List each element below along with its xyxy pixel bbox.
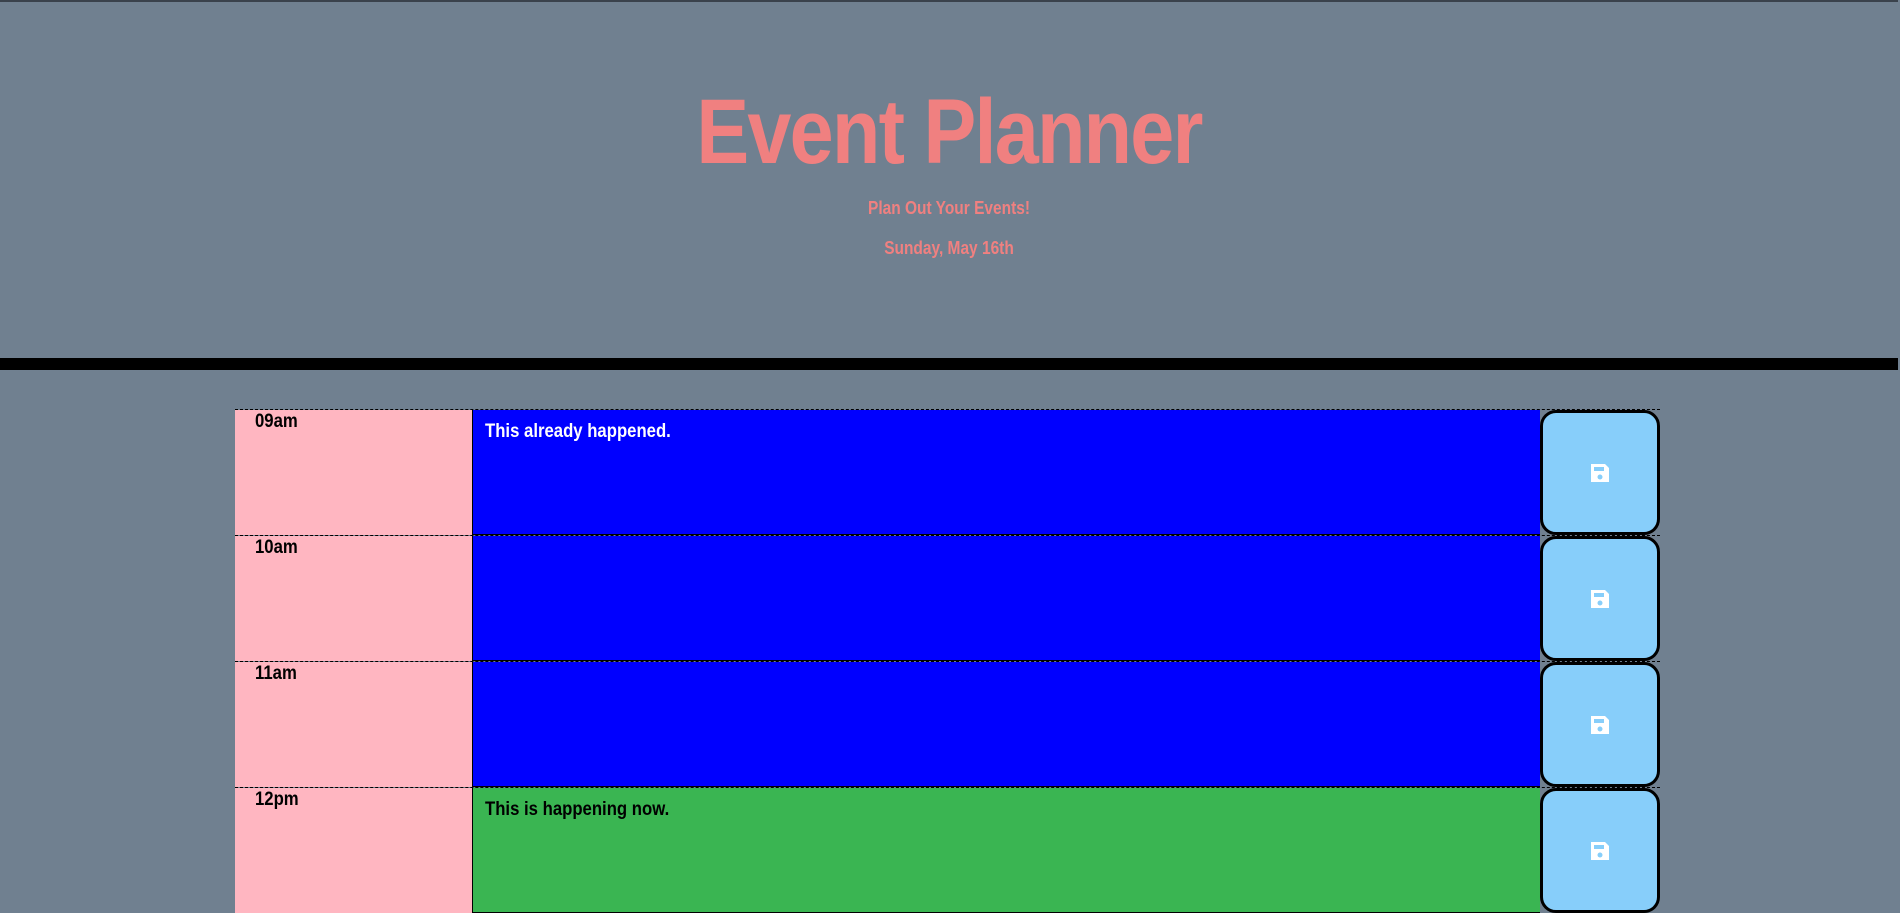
save-button[interactable] <box>1540 662 1660 787</box>
hour-label: 12pm <box>255 789 299 810</box>
hour-label: 11am <box>255 663 297 684</box>
event-description-textarea[interactable] <box>473 536 1540 661</box>
save-button[interactable] <box>1540 410 1660 535</box>
save-icon <box>1591 715 1609 734</box>
event-description-text: This is happening now. <box>485 799 670 820</box>
event-description-textarea[interactable]: This already happened. <box>473 410 1540 535</box>
time-block-row: 09am This already happened. <box>235 409 1660 535</box>
hour-label: 09am <box>255 411 298 432</box>
hour-label-cell: 09am <box>235 410 473 535</box>
hour-label-cell: 10am <box>235 536 473 661</box>
save-icon <box>1591 463 1609 482</box>
time-block-row: 11am <box>235 661 1660 787</box>
hour-label-cell: 11am <box>235 662 473 787</box>
time-block-row: 10am <box>235 535 1660 661</box>
current-date: Sunday, May 16th <box>884 238 1014 258</box>
schedule-container: 09am This already happened. 10am 11am 12… <box>235 409 1660 913</box>
save-button[interactable] <box>1540 536 1660 661</box>
page-header: Event Planner Plan Out Your Events! Sund… <box>0 0 1898 370</box>
event-description-textarea[interactable]: This is happening now. <box>473 788 1540 913</box>
time-block-row: 12pm This is happening now. <box>235 787 1660 913</box>
hour-label-cell: 12pm <box>235 788 473 913</box>
save-button[interactable] <box>1540 788 1660 913</box>
hour-label: 10am <box>255 537 298 558</box>
save-icon <box>1591 841 1609 860</box>
save-icon <box>1591 589 1609 608</box>
event-description-text: This already happened. <box>485 421 671 442</box>
page-title: Event Planner <box>696 81 1203 183</box>
page-subtitle: Plan Out Your Events! <box>867 198 1031 218</box>
event-description-textarea[interactable] <box>473 662 1540 787</box>
